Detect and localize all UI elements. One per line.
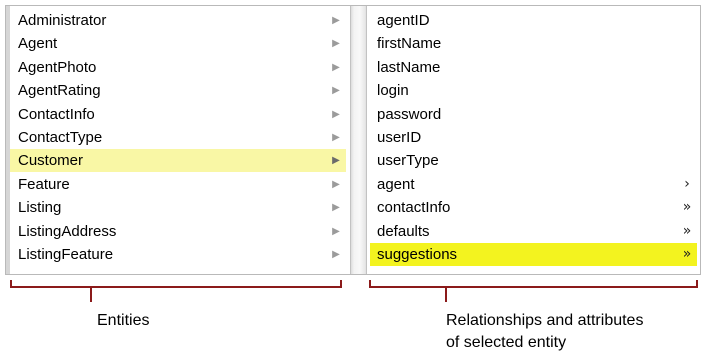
relationships-bracket (369, 280, 698, 302)
property-label: suggestions (377, 246, 458, 263)
property-row[interactable]: contactInfo » (370, 196, 697, 219)
disclosure-arrow-icon: ▶ (332, 225, 340, 237)
entities-column[interactable]: Administrator ▶ Agent ▶ AgentPhoto ▶ AgentRati… (6, 6, 350, 274)
disclosure-arrow-icon: ▶ (332, 38, 340, 50)
column-browser: Administrator ▶ Agent ▶ AgentPhoto ▶ AgentRati… (5, 5, 701, 275)
property-row[interactable]: agent › (370, 173, 697, 196)
disclosure-arrow-icon: ▶ (332, 15, 340, 26)
property-label: agent (377, 175, 415, 193)
disclosure-arrow-icon: ▶ (332, 202, 340, 214)
disclosure-arrow-icon: ▶ (332, 178, 340, 190)
properties-column[interactable]: agentID firstName lastName login password use… (367, 6, 700, 274)
entity-row[interactable]: Agent ▶ (10, 32, 346, 55)
disclosure-arrow-icon: ▶ (332, 249, 340, 260)
entity-label: ListingAddress (18, 222, 117, 240)
disclosure-arrow-icon: ▶ (332, 108, 340, 120)
property-row[interactable]: userID (370, 126, 697, 149)
property-label: agentID (377, 12, 430, 29)
entity-label: ContactInfo (18, 105, 95, 123)
property-label: contactInfo (377, 199, 451, 217)
property-label: login (377, 82, 409, 100)
property-row[interactable]: defaults » (370, 220, 697, 243)
property-label: userID (377, 129, 422, 146)
property-row[interactable]: lastName (370, 56, 697, 79)
entity-label: AgentRating (18, 82, 101, 100)
disclosure-arrow-icon: ▶ (332, 61, 340, 73)
disclosure-arrow-icon: ▶ (332, 132, 340, 143)
property-label: password (377, 105, 442, 123)
property-label: userType (377, 152, 439, 170)
entity-label: Agent (18, 35, 58, 53)
property-row[interactable]: password (370, 103, 697, 126)
disclosure-arrow-icon: ▶ (332, 155, 340, 167)
property-row[interactable]: suggestions » (370, 243, 697, 266)
property-label: lastName (377, 58, 441, 76)
property-row[interactable]: firstName (370, 32, 697, 55)
entity-row[interactable]: Listing ▶ (10, 196, 346, 219)
property-row[interactable]: agentID (370, 9, 697, 32)
entity-label: Customer (18, 152, 84, 170)
entity-label: Administrator (18, 12, 107, 29)
entities-caption: Entities (97, 312, 150, 329)
relationships-caption-line1: Relationships and attributes (446, 312, 644, 329)
entity-row[interactable]: ContactInfo ▶ (10, 103, 346, 126)
property-label: defaults (377, 222, 430, 240)
entity-label: Listing (18, 199, 62, 217)
entity-row[interactable]: AgentRating ▶ (10, 79, 346, 102)
entity-label: ContactType (18, 129, 103, 146)
to-one-relationship-icon: › (684, 175, 690, 192)
column-divider[interactable] (350, 6, 367, 274)
to-many-relationship-icon: » (682, 199, 692, 216)
relationships-caption-line2: of selected entity (446, 334, 567, 351)
entity-label: ListingFeature (18, 246, 114, 263)
property-row[interactable]: userType (370, 149, 697, 172)
entity-row[interactable]: AgentPhoto ▶ (10, 56, 346, 79)
entity-row[interactable]: Administrator ▶ (10, 9, 346, 32)
property-label: firstName (377, 35, 442, 53)
entities-bracket (10, 280, 342, 302)
entity-row[interactable]: Customer ▶ (10, 149, 346, 173)
entity-row[interactable]: Feature ▶ (10, 173, 346, 196)
to-many-relationship-icon: » (682, 246, 692, 262)
entity-row[interactable]: ListingFeature ▶ (10, 243, 346, 266)
disclosure-arrow-icon: ▶ (332, 85, 340, 97)
to-many-relationship-icon: » (682, 222, 692, 239)
entity-row[interactable]: ContactType ▶ (10, 126, 346, 149)
property-row[interactable]: login (370, 79, 697, 102)
entity-label: Feature (18, 175, 70, 193)
entity-row[interactable]: ListingAddress ▶ (10, 220, 346, 243)
entity-label: AgentPhoto (18, 58, 97, 76)
